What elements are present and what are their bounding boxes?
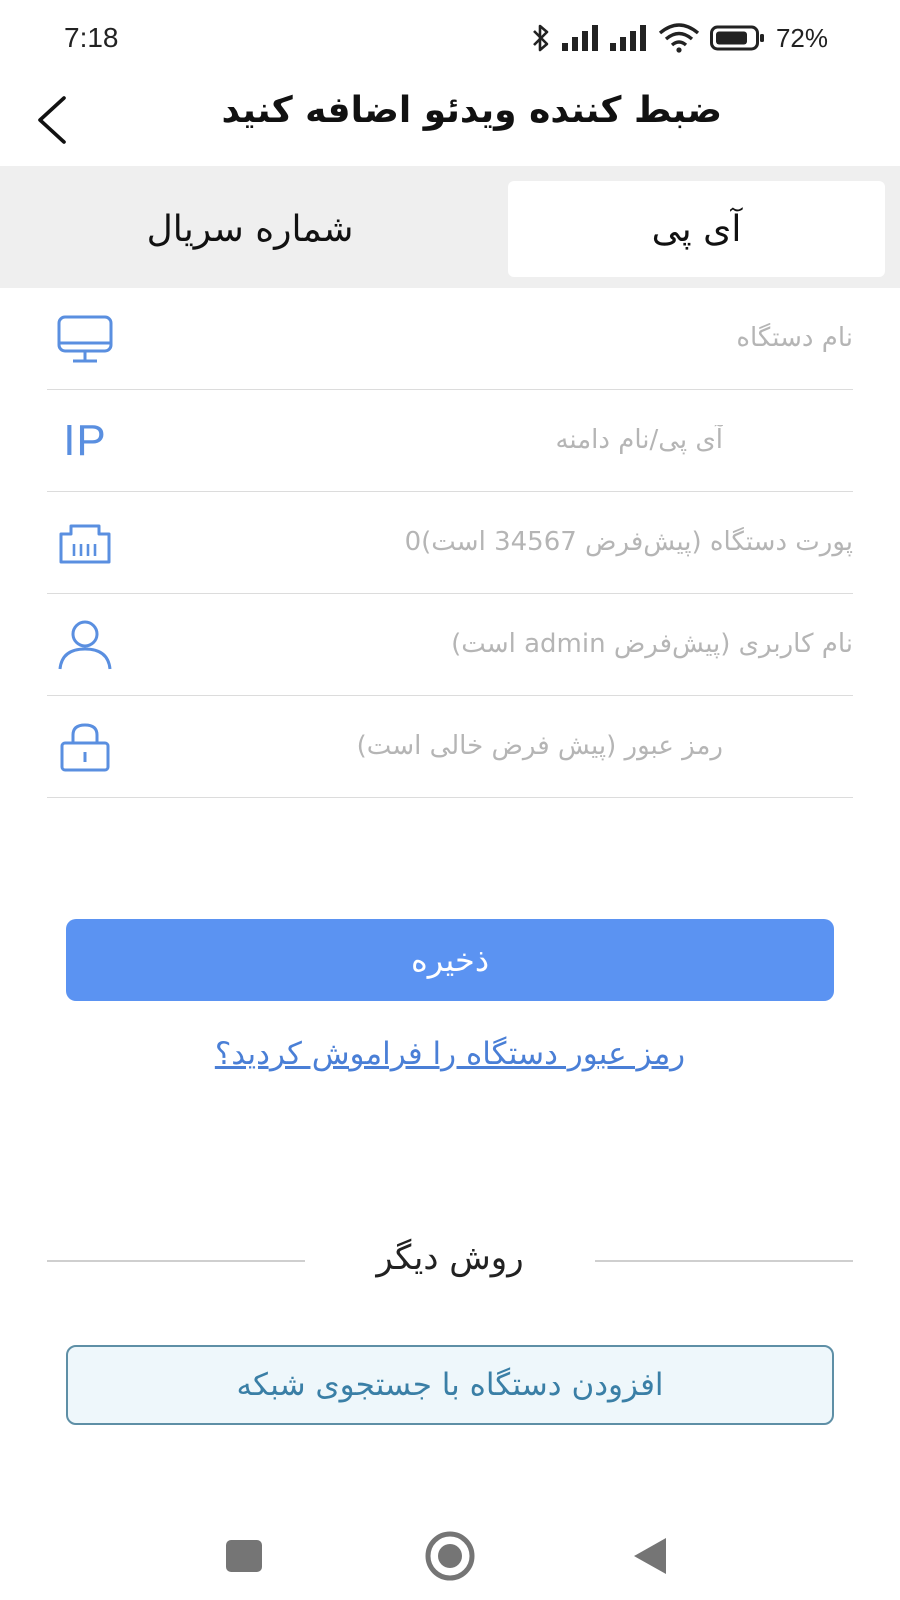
divider-line (595, 1260, 853, 1262)
back-triangle-icon (630, 1536, 670, 1580)
add-via-network-search-button[interactable]: افزودن دستگاه با جستجوی شبکه (66, 1345, 834, 1425)
back-button[interactable] (22, 90, 78, 154)
signal-icon (561, 25, 600, 51)
recent-apps-button[interactable] (214, 1528, 274, 1588)
password-input[interactable] (147, 716, 853, 776)
monitor-icon (53, 307, 117, 371)
ip-domain-input[interactable] (147, 410, 853, 470)
home-icon (423, 1529, 477, 1587)
forgot-password-link[interactable]: رمز عبور دستگاه را فراموش کردید؟ (0, 1036, 900, 1072)
device-form: IP (47, 288, 853, 798)
ip-icon-text: IP (63, 415, 107, 465)
chevron-left-icon (30, 94, 70, 150)
status-bar: 7:18 72% (0, 0, 900, 78)
other-method-label: روش دیگر (376, 1238, 524, 1278)
home-button[interactable] (420, 1528, 480, 1588)
battery-icon (709, 24, 766, 52)
save-button[interactable]: ذخیره (66, 919, 834, 1001)
system-back-button[interactable] (620, 1528, 680, 1588)
port-input[interactable] (147, 512, 853, 572)
user-icon (53, 613, 117, 677)
status-icons: 72% (530, 20, 828, 56)
tab-bar: آی پی شماره سریال (0, 166, 900, 288)
ip-domain-row: IP (47, 390, 853, 492)
other-method-divider: روش دیگر (47, 1230, 853, 1290)
username-input[interactable] (147, 614, 853, 674)
ethernet-port-icon (53, 511, 117, 575)
recent-apps-icon (224, 1538, 264, 1578)
device-name-input[interactable] (147, 308, 853, 368)
tab-ip[interactable]: آی پی (508, 181, 885, 277)
tab-serial-number[interactable]: شماره سریال (100, 181, 400, 277)
status-time: 7:18 (64, 22, 119, 53)
page-title: ضبط کننده ویدئو اضافه کنید (221, 90, 722, 131)
password-row (47, 696, 853, 798)
lock-icon (53, 715, 117, 779)
app-header: ضبط کننده ویدئو اضافه کنید (0, 78, 900, 166)
ip-icon: IP (53, 409, 117, 473)
battery-percent: 72% (775, 22, 828, 53)
system-navigation-bar (0, 1510, 900, 1600)
bluetooth-icon (530, 23, 552, 53)
username-row (47, 594, 853, 696)
device-name-row (47, 288, 853, 390)
port-row (47, 492, 853, 594)
signal-icon (609, 25, 648, 51)
wifi-icon (658, 23, 700, 53)
